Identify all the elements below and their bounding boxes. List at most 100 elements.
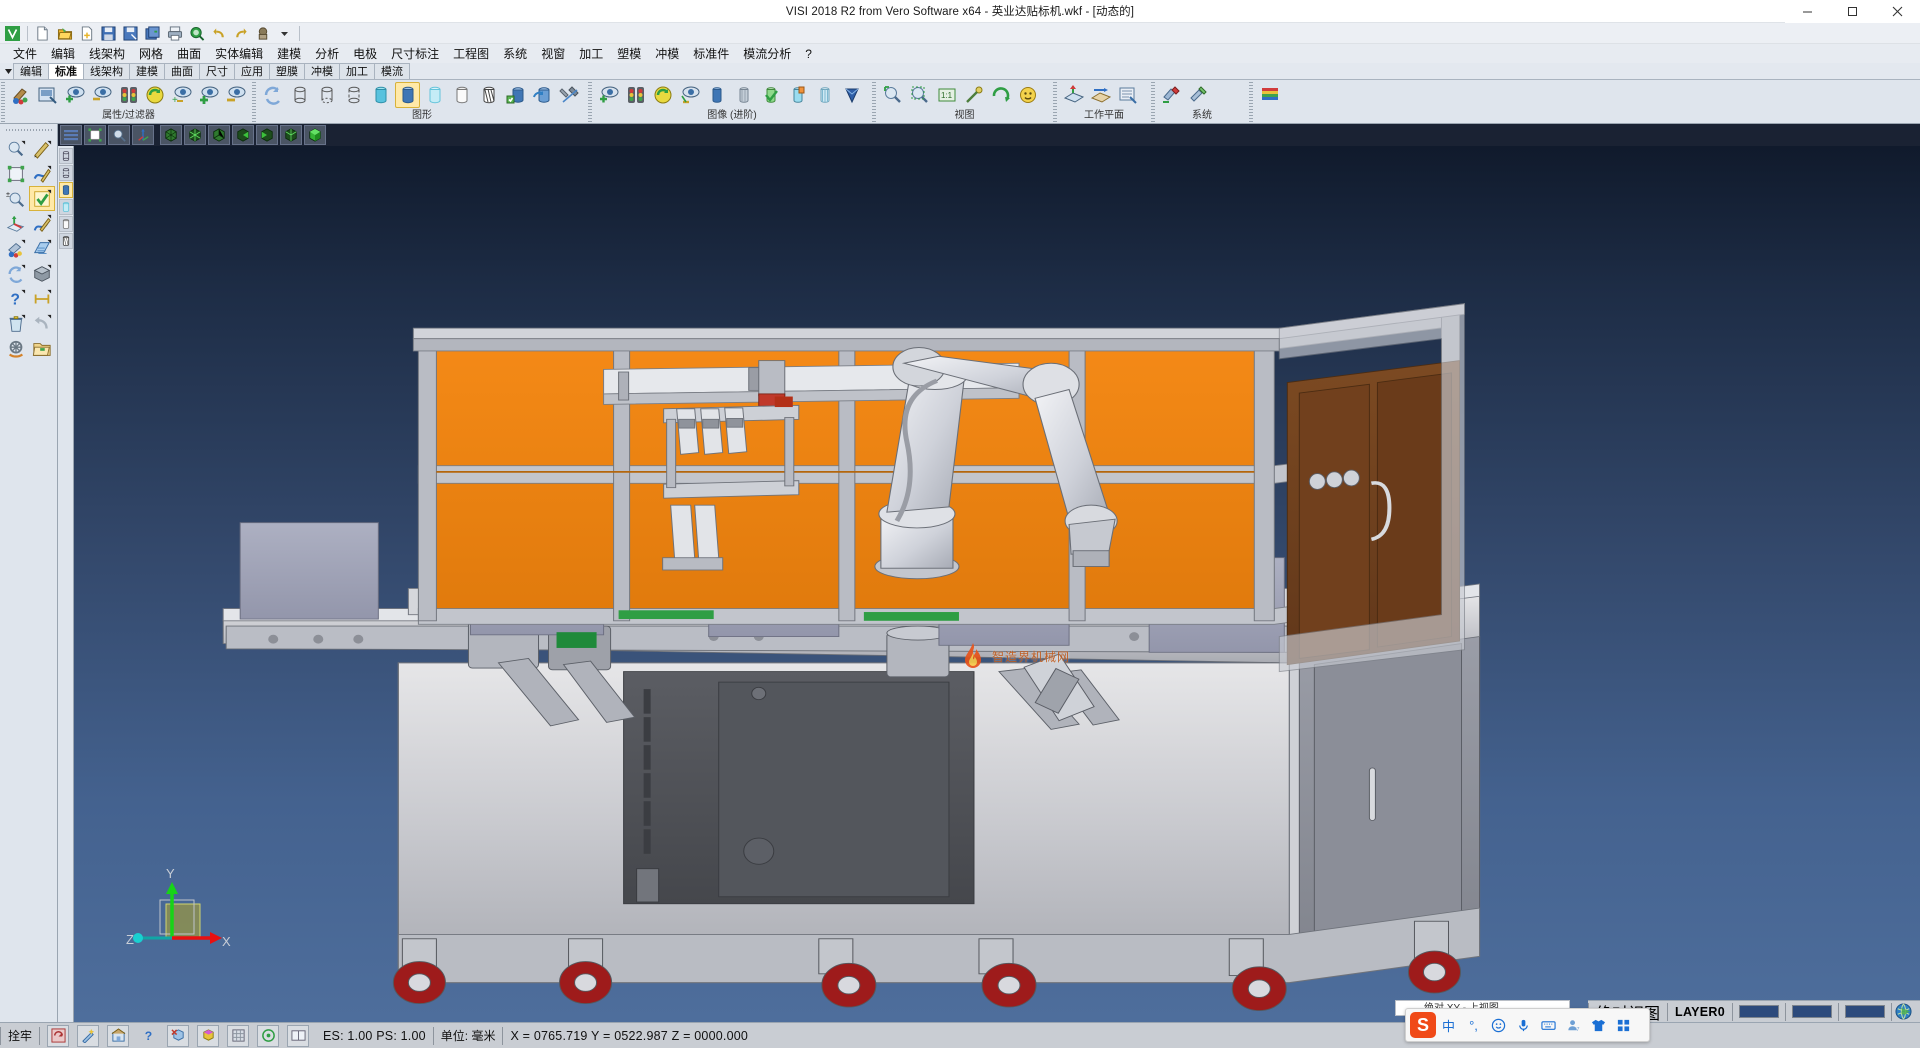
menu-item-electrode[interactable]: 电极 — [346, 45, 384, 63]
zoom-scale-icon[interactable]: 1:1 — [934, 82, 959, 108]
ribbon-group-handle-3[interactable] — [588, 82, 592, 122]
delete-trash-icon[interactable] — [3, 311, 29, 336]
ime-toolbox[interactable] — [1611, 1012, 1636, 1038]
regenerate-view-icon[interactable] — [3, 261, 29, 286]
workplane-align-icon[interactable] — [1088, 82, 1113, 108]
view-top-icon[interactable] — [208, 125, 230, 145]
hidden-line-icon[interactable] — [314, 82, 339, 108]
redo-icon[interactable] — [230, 24, 251, 43]
ime-chinese-mode[interactable]: 中 — [1436, 1012, 1461, 1038]
view-shaded-iso-icon[interactable] — [304, 125, 326, 145]
menu-item-progress[interactable]: 冲模 — [648, 45, 686, 63]
ribbon-group-handle-1[interactable] — [1, 82, 5, 122]
save-all-icon[interactable] — [142, 24, 163, 43]
tab-mould[interactable]: 塑膜 — [269, 63, 305, 79]
help-query-icon[interactable]: ? — [3, 286, 29, 311]
workplane-manager-icon[interactable] — [1115, 82, 1140, 108]
ime-emoji[interactable] — [1486, 1012, 1511, 1038]
render-quality-icon[interactable] — [503, 82, 528, 108]
target-icon[interactable] — [257, 1025, 279, 1047]
zoom-all-icon[interactable] — [907, 82, 932, 108]
menu-item-flow-analysis[interactable]: 模流分析 — [736, 45, 798, 63]
settings-icon[interactable] — [252, 24, 273, 43]
surface-grid-icon[interactable] — [29, 236, 55, 261]
tab-edit[interactable]: 编辑 — [13, 63, 49, 79]
view-back-icon[interactable] — [280, 125, 302, 145]
show-entity-icon[interactable] — [63, 82, 88, 108]
section-view-icon[interactable] — [476, 82, 501, 108]
menu-item-drafting[interactable]: 工程图 — [446, 45, 496, 63]
hidden-line-dashed-icon[interactable] — [341, 82, 366, 108]
solid-cube-icon[interactable] — [29, 261, 55, 286]
zoom-inout-icon[interactable]: ± — [3, 186, 29, 211]
ribbon-group-handle-2[interactable] — [252, 82, 256, 122]
show-all-icon[interactable] — [196, 82, 221, 108]
dock-shaded-icon[interactable] — [59, 182, 73, 198]
print-preview-icon[interactable] — [186, 24, 207, 43]
fit-window-icon[interactable] — [84, 125, 106, 145]
dynamic-rotate-icon[interactable] — [530, 82, 555, 108]
help-question-icon[interactable]: ? — [137, 1025, 159, 1047]
menu-item-machining[interactable]: 加工 — [572, 45, 610, 63]
maximize-button[interactable] — [1830, 0, 1875, 23]
menu-item-file[interactable]: 文件 — [6, 45, 44, 63]
save-icon[interactable] — [98, 24, 119, 43]
rainbow-palette-icon[interactable] — [1257, 82, 1282, 108]
dock-section-icon[interactable] — [59, 233, 73, 249]
hide-entity-icon[interactable] — [89, 82, 114, 108]
color-layers-icon[interactable] — [3, 236, 29, 261]
window-split-icon[interactable] — [287, 1025, 309, 1047]
tab-wireframe[interactable]: 线架构 — [83, 63, 130, 79]
validate-check-icon[interactable] — [29, 186, 55, 211]
shading-settings-icon[interactable] — [557, 82, 582, 108]
draw-line-icon[interactable] — [29, 136, 55, 161]
open-folder-green-icon[interactable] — [29, 336, 55, 361]
zoom-window-icon[interactable] — [880, 82, 905, 108]
chevron-down-icon[interactable] — [3, 64, 13, 79]
zoom-dynamic-icon[interactable] — [108, 125, 130, 145]
cube-delete-icon[interactable] — [167, 1025, 189, 1047]
tab-dimension[interactable]: 尺寸 — [199, 63, 235, 79]
open-folder-icon[interactable] — [54, 24, 75, 43]
view-right-icon[interactable] — [232, 125, 254, 145]
navigation-wheel-icon[interactable] — [3, 336, 29, 361]
edit-curve-icon[interactable] — [29, 211, 55, 236]
system-config-icon[interactable] — [1186, 82, 1211, 108]
ime-voice[interactable] — [1511, 1012, 1536, 1038]
dock-wireframe-icon[interactable] — [59, 165, 73, 181]
zoom-select-icon[interactable] — [3, 136, 29, 161]
shade-metal-icon[interactable] — [731, 82, 756, 108]
left-toolbar-handle[interactable] — [6, 127, 52, 133]
menu-item-surface[interactable]: 曲面 — [170, 45, 208, 63]
overflow-chevron-icon[interactable] — [274, 24, 295, 43]
menu-item-dimension[interactable]: 尺寸标注 — [384, 45, 446, 63]
menu-item-mesh[interactable]: 网格 — [132, 45, 170, 63]
undo-icon[interactable] — [208, 24, 229, 43]
show-advanced-icon[interactable] — [596, 82, 621, 108]
rotate-view-icon[interactable] — [988, 82, 1013, 108]
refresh-view-icon[interactable] — [143, 82, 168, 108]
sogou-logo-icon[interactable]: S — [1410, 1012, 1436, 1038]
tab-machining[interactable]: 加工 — [339, 63, 375, 79]
ime-keyboard[interactable] — [1536, 1012, 1561, 1038]
flat-shade-icon[interactable] — [449, 82, 474, 108]
view-face-icon[interactable] — [1015, 82, 1040, 108]
layers-list-icon[interactable] — [60, 125, 82, 145]
ribbon-group-handle-4[interactable] — [872, 82, 876, 122]
traffic-light-filter-icon[interactable] — [116, 82, 141, 108]
units-label[interactable]: 单位: 毫米 — [434, 1023, 503, 1048]
ime-punctuation-mode[interactable]: °, — [1461, 1012, 1486, 1038]
minimize-button[interactable] — [1785, 0, 1830, 23]
measure-distance-icon[interactable] — [29, 286, 55, 311]
grid-toggle-icon[interactable] — [227, 1025, 249, 1047]
close-button[interactable] — [1875, 0, 1920, 23]
layer-name-label[interactable]: LAYER0 — [1668, 999, 1732, 1025]
view-front-icon[interactable] — [184, 125, 206, 145]
draw-curve-icon[interactable] — [29, 161, 55, 186]
workplane-new-icon[interactable] — [1061, 82, 1086, 108]
construction-icon[interactable] — [107, 1025, 129, 1047]
menu-item-modeling[interactable]: 建模 — [270, 45, 308, 63]
ime-user[interactable]: 7 — [1561, 1012, 1586, 1038]
dock-flat-icon[interactable] — [59, 216, 73, 232]
view-left-icon[interactable] — [256, 125, 278, 145]
